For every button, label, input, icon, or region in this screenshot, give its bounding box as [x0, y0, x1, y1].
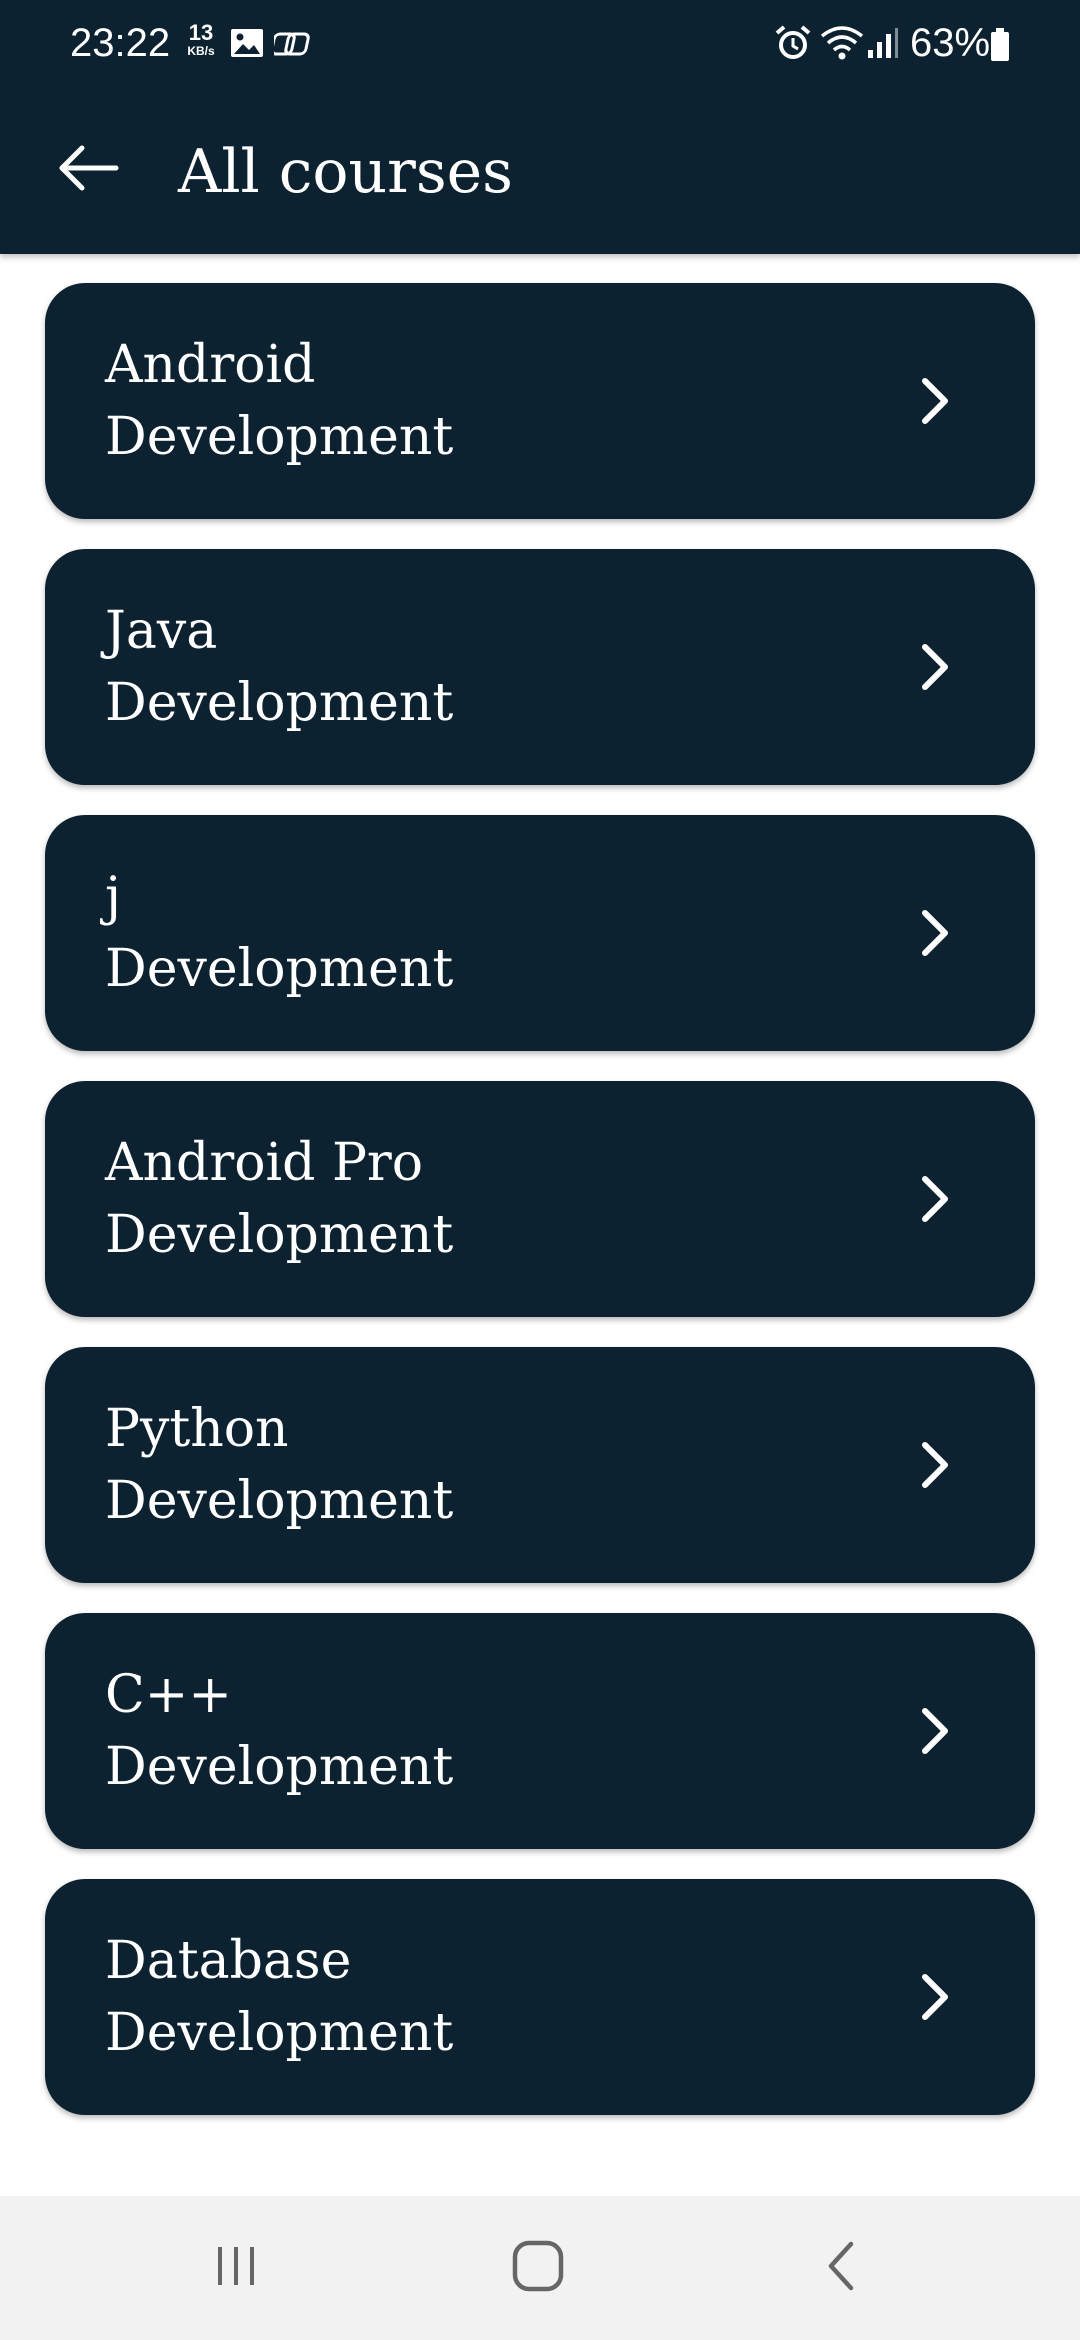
- course-name-line2: Development: [105, 1471, 454, 1531]
- page-title: All courses: [178, 137, 513, 207]
- chevron-right-icon: [905, 1435, 965, 1495]
- home-button[interactable]: [458, 2218, 618, 2318]
- course-name: Android Pro Development: [105, 1127, 453, 1271]
- network-speed-value: 13: [188, 20, 214, 45]
- chevron-right-icon: [905, 637, 965, 697]
- battery-icon: [990, 28, 1010, 67]
- signal-icon: [866, 26, 900, 65]
- course-card-j[interactable]: j Development: [45, 815, 1035, 1051]
- chevron-right-icon: [905, 371, 965, 431]
- network-speed-unit: KB/s: [187, 44, 215, 58]
- chevron-right-icon: [905, 1169, 965, 1229]
- course-name-line1: j: [105, 867, 122, 927]
- course-name-line2: Development: [105, 1205, 454, 1265]
- course-name-line2: Development: [105, 1737, 454, 1797]
- chevron-right-icon: [905, 1967, 965, 2027]
- recent-apps-icon: [211, 2241, 261, 2295]
- course-name: Database Development: [105, 1925, 453, 2069]
- status-bar: 23:22 13 KB/s 63%: [0, 0, 1080, 86]
- wifi-icon: [820, 24, 864, 67]
- recent-apps-button[interactable]: [156, 2218, 316, 2318]
- course-name-line1: Android: [105, 335, 316, 395]
- alarm-icon: [774, 24, 812, 67]
- app-bar: All courses: [0, 86, 1080, 254]
- course-card-python[interactable]: Python Development: [45, 1347, 1035, 1583]
- image-icon: [230, 28, 264, 63]
- system-nav-bar: [0, 2196, 1080, 2340]
- course-name: Android Development: [105, 329, 453, 473]
- course-name-line1: Database: [105, 1931, 352, 1991]
- course-name-line1: C++: [105, 1665, 232, 1725]
- course-card-java[interactable]: Java Development: [45, 549, 1035, 785]
- course-card-android[interactable]: Android Development: [45, 283, 1035, 519]
- home-icon: [510, 2238, 566, 2298]
- course-card-android-pro[interactable]: Android Pro Development: [45, 1081, 1035, 1317]
- back-icon: [817, 2238, 867, 2298]
- network-speed: 13 KB/s: [180, 20, 222, 59]
- course-name: C++ Development: [105, 1659, 453, 1803]
- link-icon: [270, 30, 312, 63]
- course-name-line2: Development: [105, 407, 454, 467]
- course-name-line2: Development: [105, 2003, 454, 2063]
- course-name-line1: Python: [105, 1399, 289, 1459]
- status-time: 23:22: [70, 21, 171, 65]
- course-name-line1: Java: [105, 601, 218, 661]
- course-name: Java Development: [105, 595, 453, 739]
- battery-percent: 63%: [910, 21, 991, 65]
- course-card-cpp[interactable]: C++ Development: [45, 1613, 1035, 1849]
- arrow-left-icon: [56, 144, 120, 196]
- course-name-line2: Development: [105, 939, 454, 999]
- course-name: Python Development: [105, 1393, 453, 1537]
- course-name-line1: Android Pro: [105, 1133, 424, 1193]
- course-name-line2: Development: [105, 673, 454, 733]
- course-name: j Development: [105, 861, 453, 1005]
- back-nav-button[interactable]: [762, 2218, 922, 2318]
- chevron-right-icon: [905, 1701, 965, 1761]
- back-button[interactable]: [40, 130, 136, 210]
- course-card-database[interactable]: Database Development: [45, 1879, 1035, 2115]
- course-list: Android Development Java Development j D…: [45, 283, 1035, 2145]
- chevron-right-icon: [905, 903, 965, 963]
